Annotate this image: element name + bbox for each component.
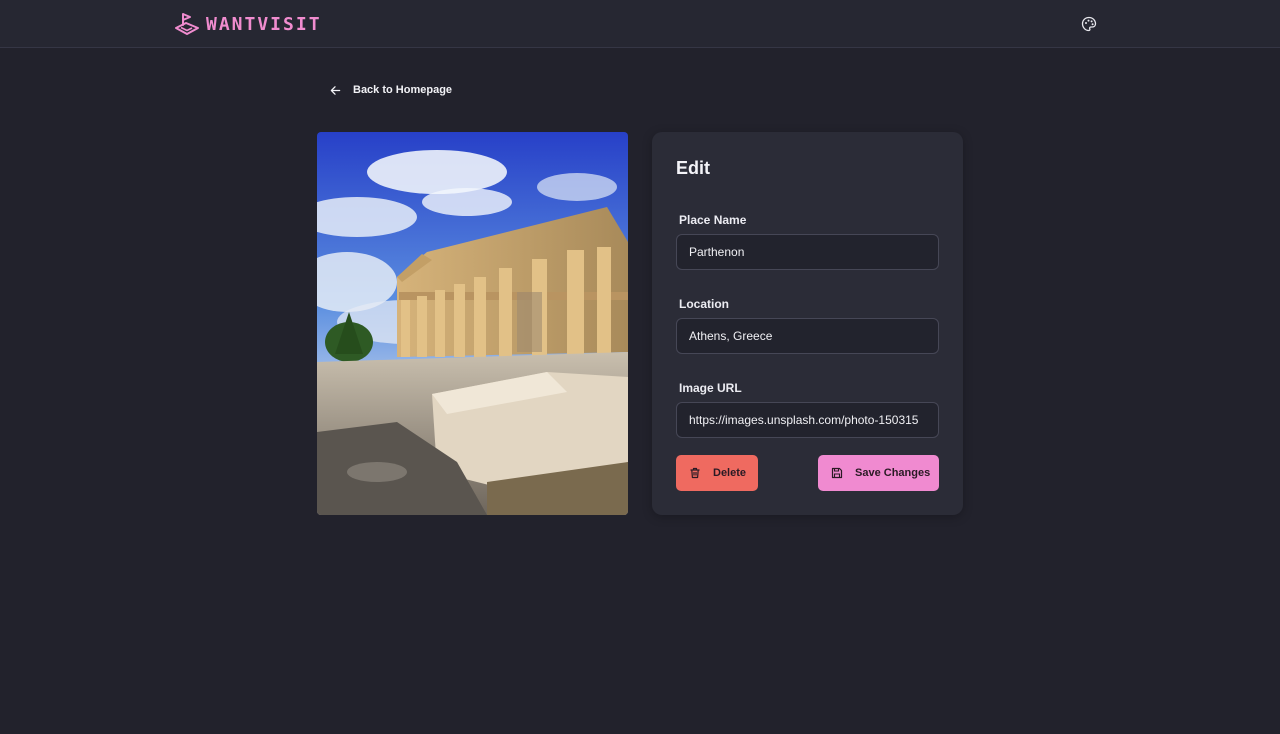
place-image <box>317 132 628 515</box>
back-to-homepage-link[interactable]: Back to Homepage <box>330 80 452 100</box>
save-changes-label: Save Changes <box>855 467 931 479</box>
theme-toggle-button[interactable] <box>1078 13 1100 35</box>
location-label: Location <box>679 297 729 311</box>
arrow-left-icon <box>330 85 341 95</box>
parthenon-photo <box>317 132 628 515</box>
place-name-label: Place Name <box>679 213 747 227</box>
trash-icon <box>690 467 700 479</box>
image-url-input[interactable] <box>676 402 939 438</box>
brand-logo-link[interactable]: WANTVISIT <box>174 10 322 38</box>
save-changes-button[interactable]: Save Changes <box>818 455 939 491</box>
delete-button[interactable]: Delete <box>676 455 758 491</box>
pin-stack-icon <box>175 13 199 35</box>
back-link-label: Back to Homepage <box>353 84 453 96</box>
edit-title: Edit <box>676 158 710 178</box>
delete-label: Delete <box>713 467 747 479</box>
top-navbar: WANTVISIT <box>0 0 1280 48</box>
edit-card: Edit Place Name Location Image URL Delet… <box>652 132 963 515</box>
image-url-label: Image URL <box>679 381 742 395</box>
place-name-input[interactable] <box>676 234 939 270</box>
save-icon <box>831 467 843 479</box>
location-input[interactable] <box>676 318 939 354</box>
palette-icon <box>1081 16 1097 32</box>
brand-name: WANTVISIT <box>206 13 322 35</box>
